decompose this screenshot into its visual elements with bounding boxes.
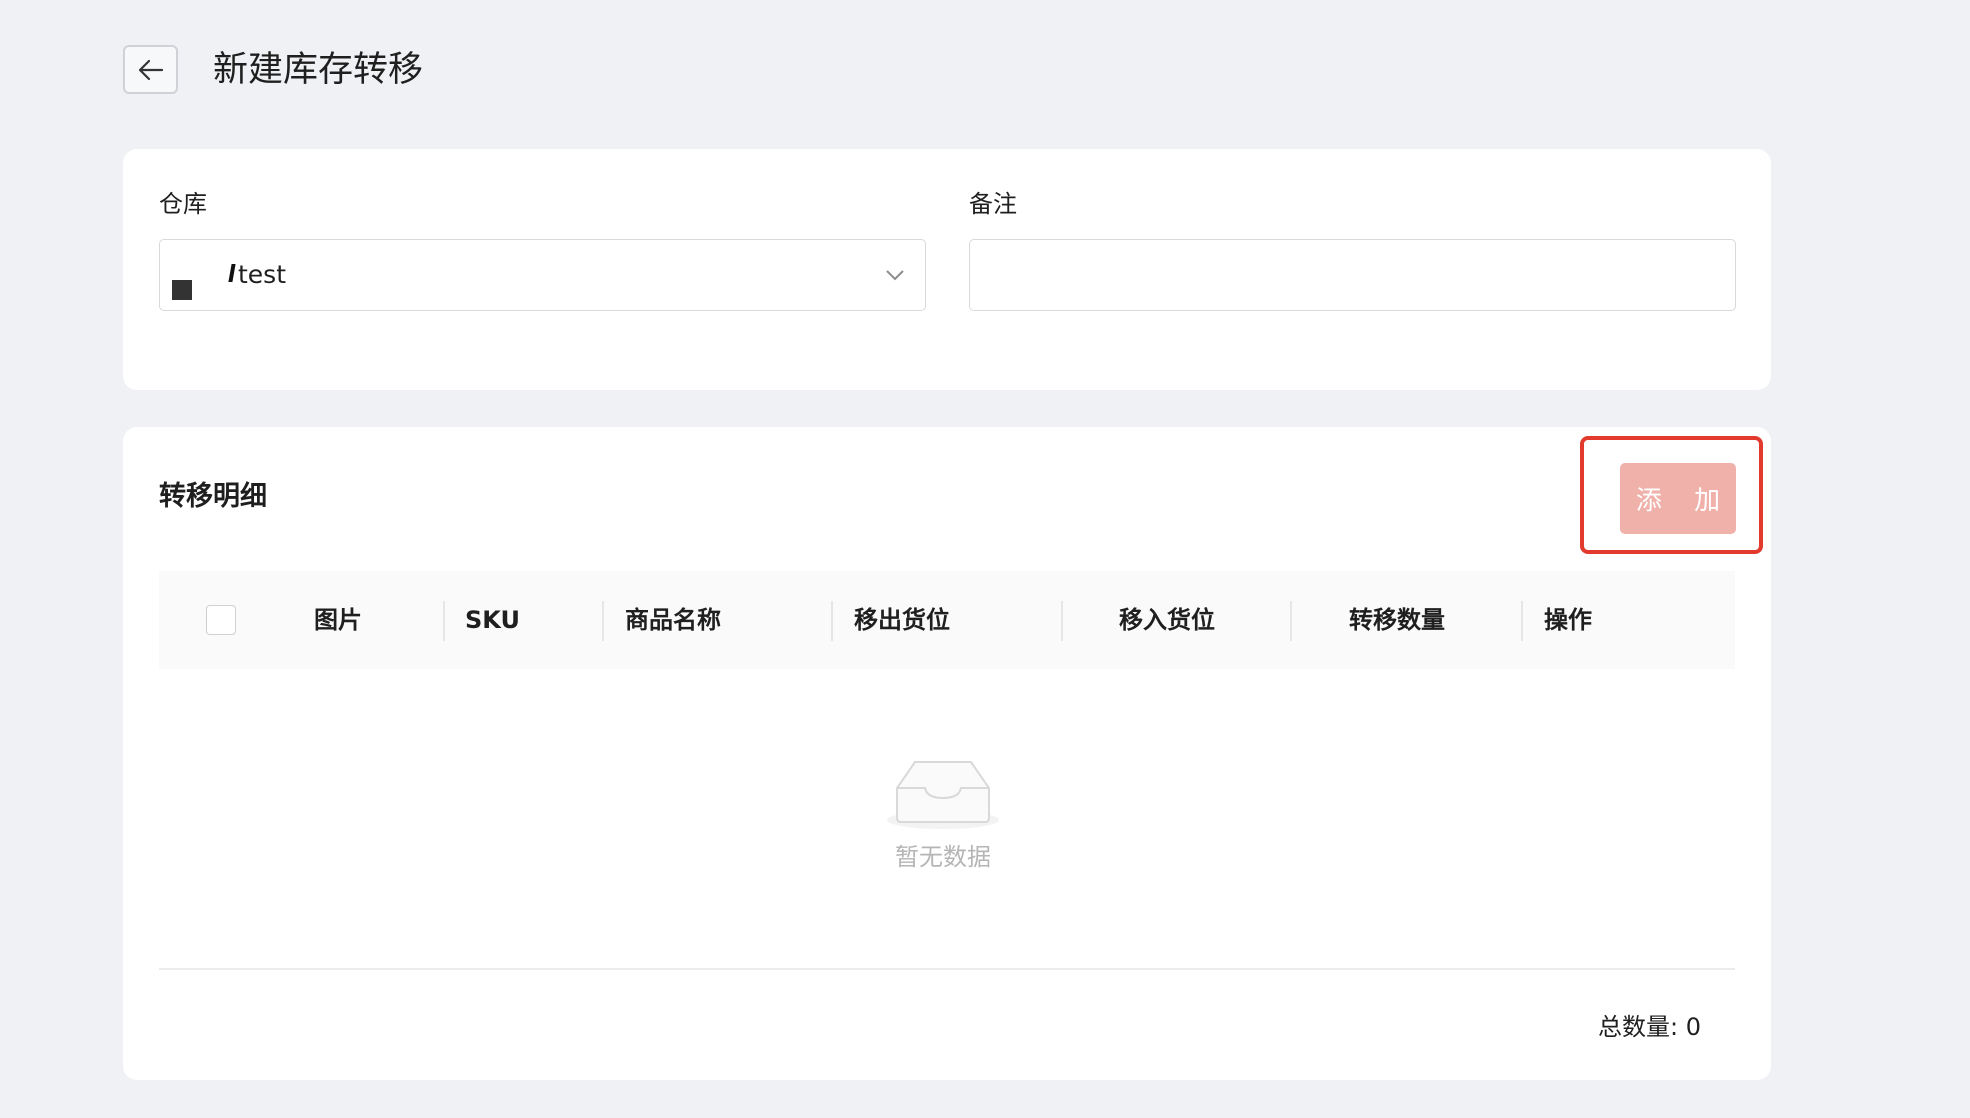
text-cursor: [228, 264, 236, 282]
divider: [159, 968, 1735, 970]
remark-input[interactable]: [969, 239, 1736, 311]
column-header-to-location: 移入货位: [1119, 606, 1215, 634]
column-separator: [1290, 601, 1292, 641]
column-header-quantity: 转移数量: [1349, 606, 1445, 634]
column-separator: [1061, 601, 1063, 641]
arrow-left-icon: [138, 59, 163, 80]
column-header-actions: 操作: [1544, 606, 1592, 634]
page-title: 新建库存转移: [213, 50, 424, 90]
back-button[interactable]: [123, 45, 178, 94]
column-header-product-name: 商品名称: [625, 606, 721, 634]
section-title: 转移明细: [159, 481, 267, 512]
column-header-image: 图片: [314, 606, 362, 634]
column-header-sku: SKU: [465, 606, 520, 634]
column-separator: [1521, 601, 1523, 641]
column-separator: [831, 601, 833, 641]
total-label: 总数量:: [1597, 1013, 1679, 1041]
detail-card: 转移明细 添 加 图片 SKU 商品名称 移出货位 移入货位 转移数量 操作 暂…: [123, 427, 1771, 1080]
total-value: 0: [1685, 1013, 1701, 1041]
chevron-down-icon: [886, 270, 904, 281]
warehouse-value: test: [238, 260, 287, 289]
remark-label: 备注: [969, 190, 1017, 218]
empty-inbox-icon: [887, 761, 999, 829]
redacted-mark: [172, 280, 192, 300]
empty-text: 暂无数据: [895, 843, 991, 871]
add-button[interactable]: 添 加: [1620, 463, 1736, 534]
warehouse-label: 仓库: [159, 190, 207, 218]
column-separator: [602, 601, 604, 641]
column-header-from-location: 移出货位: [854, 606, 950, 634]
column-separator: [443, 601, 445, 641]
total-quantity: 总数量: 0: [1598, 1010, 1701, 1044]
form-card: 仓库 test 备注: [123, 149, 1771, 390]
page: 新建库存转移 仓库 test 备注 转移明细 添 加 图片 SKU 商品名称 移: [0, 0, 1970, 1118]
select-all-checkbox[interactable]: [206, 605, 236, 635]
table-header: 图片 SKU 商品名称 移出货位 移入货位 转移数量 操作: [159, 571, 1735, 669]
warehouse-select[interactable]: test: [159, 239, 926, 311]
